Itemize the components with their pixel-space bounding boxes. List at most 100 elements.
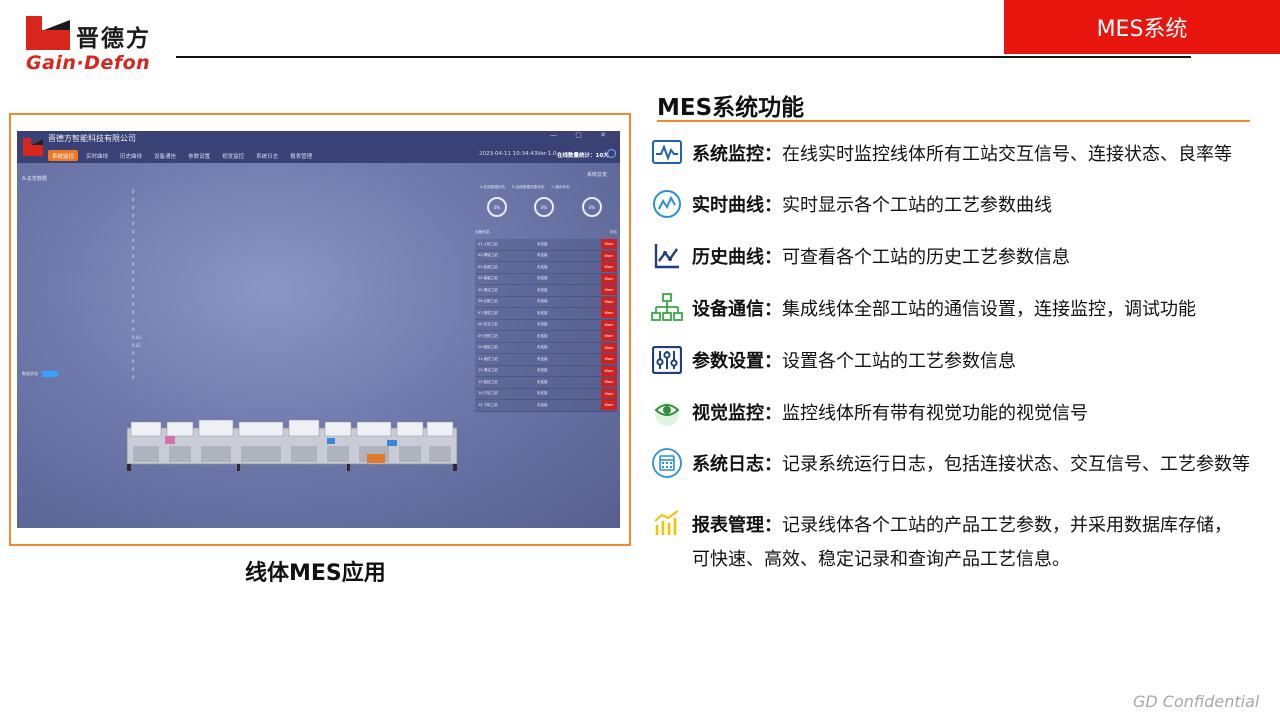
function-item-params: 参数设置： 设置各个工站的工艺参数信息 [650, 345, 1016, 375]
brand-name-cn: 晋德方 [76, 26, 151, 52]
mes-param-value: 0 [132, 205, 135, 211]
mes-station-warn-button[interactable]: Warn [601, 296, 617, 307]
mes-param-row: 0.43 [22, 334, 152, 342]
mes-logo-icon [23, 138, 43, 156]
mes-param-row: 0 [22, 358, 152, 366]
mes-station-warn-button[interactable]: Warn [601, 365, 617, 376]
mes-station-name: 12.清洁工站 [478, 368, 498, 373]
mes-nav-realtime[interactable]: 实时曲线 [82, 150, 112, 161]
mes-station-warn-button[interactable]: Warn [601, 331, 617, 342]
mes-param-list: 0 0 0 0 0 0 0 0 0 0 0 0 0 0 0 0 0 0 0.43 0.43 0 0 0 0 [22, 188, 152, 382]
mes-station-row: 06.点胶工站 未连接 Warn [475, 296, 617, 308]
mes-param-row: 0 [22, 277, 152, 285]
mes-param-value: 0 [132, 229, 135, 235]
mes-nav-comm[interactable]: 设备通信 [150, 150, 180, 161]
mes-nav-report[interactable]: 报表管理 [286, 150, 316, 161]
mes-param-value: 0 [132, 245, 135, 251]
mes-station-warn-button[interactable]: Warn [601, 239, 617, 250]
mes-station-row: 07.视觉工站 未连接 Warn [475, 308, 617, 320]
mes-station-row: 14.打包工站 未连接 Warn [475, 388, 617, 400]
mes-nav-params[interactable]: 参数设置 [184, 150, 214, 161]
mes-station-row: 03.检测工站 未连接 Warn [475, 262, 617, 274]
mes-station-row: 02.焊接工站 未连接 Warn [475, 250, 617, 262]
mes-param-value: 0 [132, 375, 135, 381]
logo-mark-icon [26, 16, 70, 50]
mes-station-name: 01.上料工站 [478, 241, 498, 246]
mes-param-row: 0.43 [22, 342, 152, 350]
function-name: 实时曲线： [692, 195, 782, 216]
mes-station-warn-button[interactable]: Warn [601, 342, 617, 353]
mes-station-warn-button[interactable]: Warn [601, 377, 617, 388]
mes-param-value: 0.43 [132, 342, 141, 348]
mes-station-state: 未连接 [537, 379, 548, 384]
mes-param-value: 0 [132, 197, 135, 203]
mes-param-value: 0 [132, 269, 135, 275]
functions-title: MES系统功能 [657, 95, 805, 121]
mes-station-state: 未连接 [537, 333, 548, 338]
mes-station-state: 未连接 [537, 276, 548, 281]
mes-screenshot: 晋德方智能科技有限公司 — ▢ ✕ 系统监控 实时曲线 历史曲线 设备通信 参数… [17, 131, 620, 528]
mes-station-row: 11.锁付工站 未连接 Warn [475, 354, 617, 366]
mes-station-row: 09.扫码工站 未连接 Warn [475, 331, 617, 343]
mes-station-state: 未连接 [537, 345, 548, 350]
mes-help-icon[interactable] [607, 149, 616, 158]
mes-param-value: 0 [132, 261, 135, 267]
mes-param-value: 0 [132, 367, 135, 373]
mes-param-row: 0 [22, 293, 152, 301]
function-desc-continuation: 可快速、高效、稳定记录和查询产品工艺信息。 [692, 549, 1070, 570]
mes-station-warn-button[interactable]: Warn [601, 388, 617, 399]
mes-station-warn-button[interactable]: Warn [601, 273, 617, 284]
mes-company-name: 晋德方智能科技有限公司 [48, 134, 136, 143]
function-desc: 记录线体各个工站的产品工艺参数，并采用数据库存储， [782, 515, 1232, 536]
mes-station-warn-button[interactable]: Warn [601, 250, 617, 261]
mes-param-row: 0 [22, 245, 152, 253]
mes-station-table: 01.上料工站 未连接 Warn 02.焊接工站 未连接 Warn 03.检测工站 未连接 Wa… [475, 239, 617, 412]
mes-param-value: 0 [132, 221, 135, 227]
mes-station-state: 未连接 [537, 287, 548, 292]
mes-window-controls[interactable]: — ▢ ✕ [550, 131, 614, 139]
mes-rate-label: A.在线数据状态 [480, 185, 506, 189]
mes-station-warn-button[interactable]: Warn [601, 400, 617, 411]
function-item-comm: 设备通信： 集成线体全部工站的通信设置，连接监控，调试功能 [650, 293, 1196, 323]
mes-param-row: 0 [22, 212, 152, 220]
mes-station-state: 未连接 [537, 391, 548, 396]
mes-station-name: 07.视觉工站 [478, 310, 498, 315]
mes-station-name: 09.扫码工站 [478, 333, 498, 338]
company-logo: 晋德方 Gain·Defon [26, 14, 186, 78]
mes-station-row: 04.组装工站 未连接 Warn [475, 273, 617, 285]
network-tree-icon [650, 293, 684, 323]
mes-param-value: 0 [132, 310, 135, 316]
mes-station-name: 15.下料工站 [478, 402, 498, 407]
mes-param-value: 0 [132, 278, 135, 284]
mes-gauge: 0% [487, 197, 507, 217]
mes-toggle-row: 数据状态 [22, 371, 58, 377]
mes-station-warn-button[interactable]: Warn [601, 319, 617, 330]
mes-station-row: 13.复检工站 未连接 Warn [475, 377, 617, 389]
mes-nav-monitor[interactable]: 系统监控 [48, 150, 79, 161]
mes-param-row: 0 [22, 237, 152, 245]
production-line-image [127, 419, 457, 471]
mes-station-warn-button[interactable]: Warn [601, 262, 617, 273]
function-item-realtime: 实时曲线： 实时显示各个工站的工艺参数曲线 [650, 189, 1052, 219]
mes-rate-labels: A.在线数据状态 B.连续数据采集状态 C.通讯状态 [480, 185, 570, 190]
mes-station-warn-button[interactable]: Warn [601, 308, 617, 319]
mes-param-row: 0 [22, 326, 152, 334]
screenshot-caption: 线体MES应用 [245, 561, 386, 586]
mes-station-warn-button[interactable]: Warn [601, 285, 617, 296]
function-desc: 实时显示各个工站的工艺参数曲线 [782, 195, 1052, 216]
calendar-log-icon [650, 448, 684, 478]
mes-param-row: 0 [22, 261, 152, 269]
mes-station-name: 13.复检工站 [478, 379, 498, 384]
mes-data-toggle[interactable] [42, 371, 58, 377]
mes-station-warn-button[interactable]: Warn [601, 354, 617, 365]
mes-table-col: 设备信息 [475, 230, 490, 234]
function-desc: 设置各个工站的工艺参数信息 [782, 351, 1016, 372]
mes-nav-history[interactable]: 历史曲线 [116, 150, 146, 161]
monitor-wave-icon [650, 138, 684, 168]
mes-table-col: 状态 [609, 230, 617, 234]
mes-param-value: 0 [132, 286, 135, 292]
mes-nav-vision[interactable]: 视觉监控 [218, 150, 248, 161]
mes-nav-log[interactable]: 系统日志 [252, 150, 282, 161]
confidential-footer: GD Confidential [1133, 692, 1260, 711]
mes-nav: 系统监控 实时曲线 历史曲线 设备通信 参数设置 视觉监控 系统日志 报表管理 [48, 150, 316, 161]
